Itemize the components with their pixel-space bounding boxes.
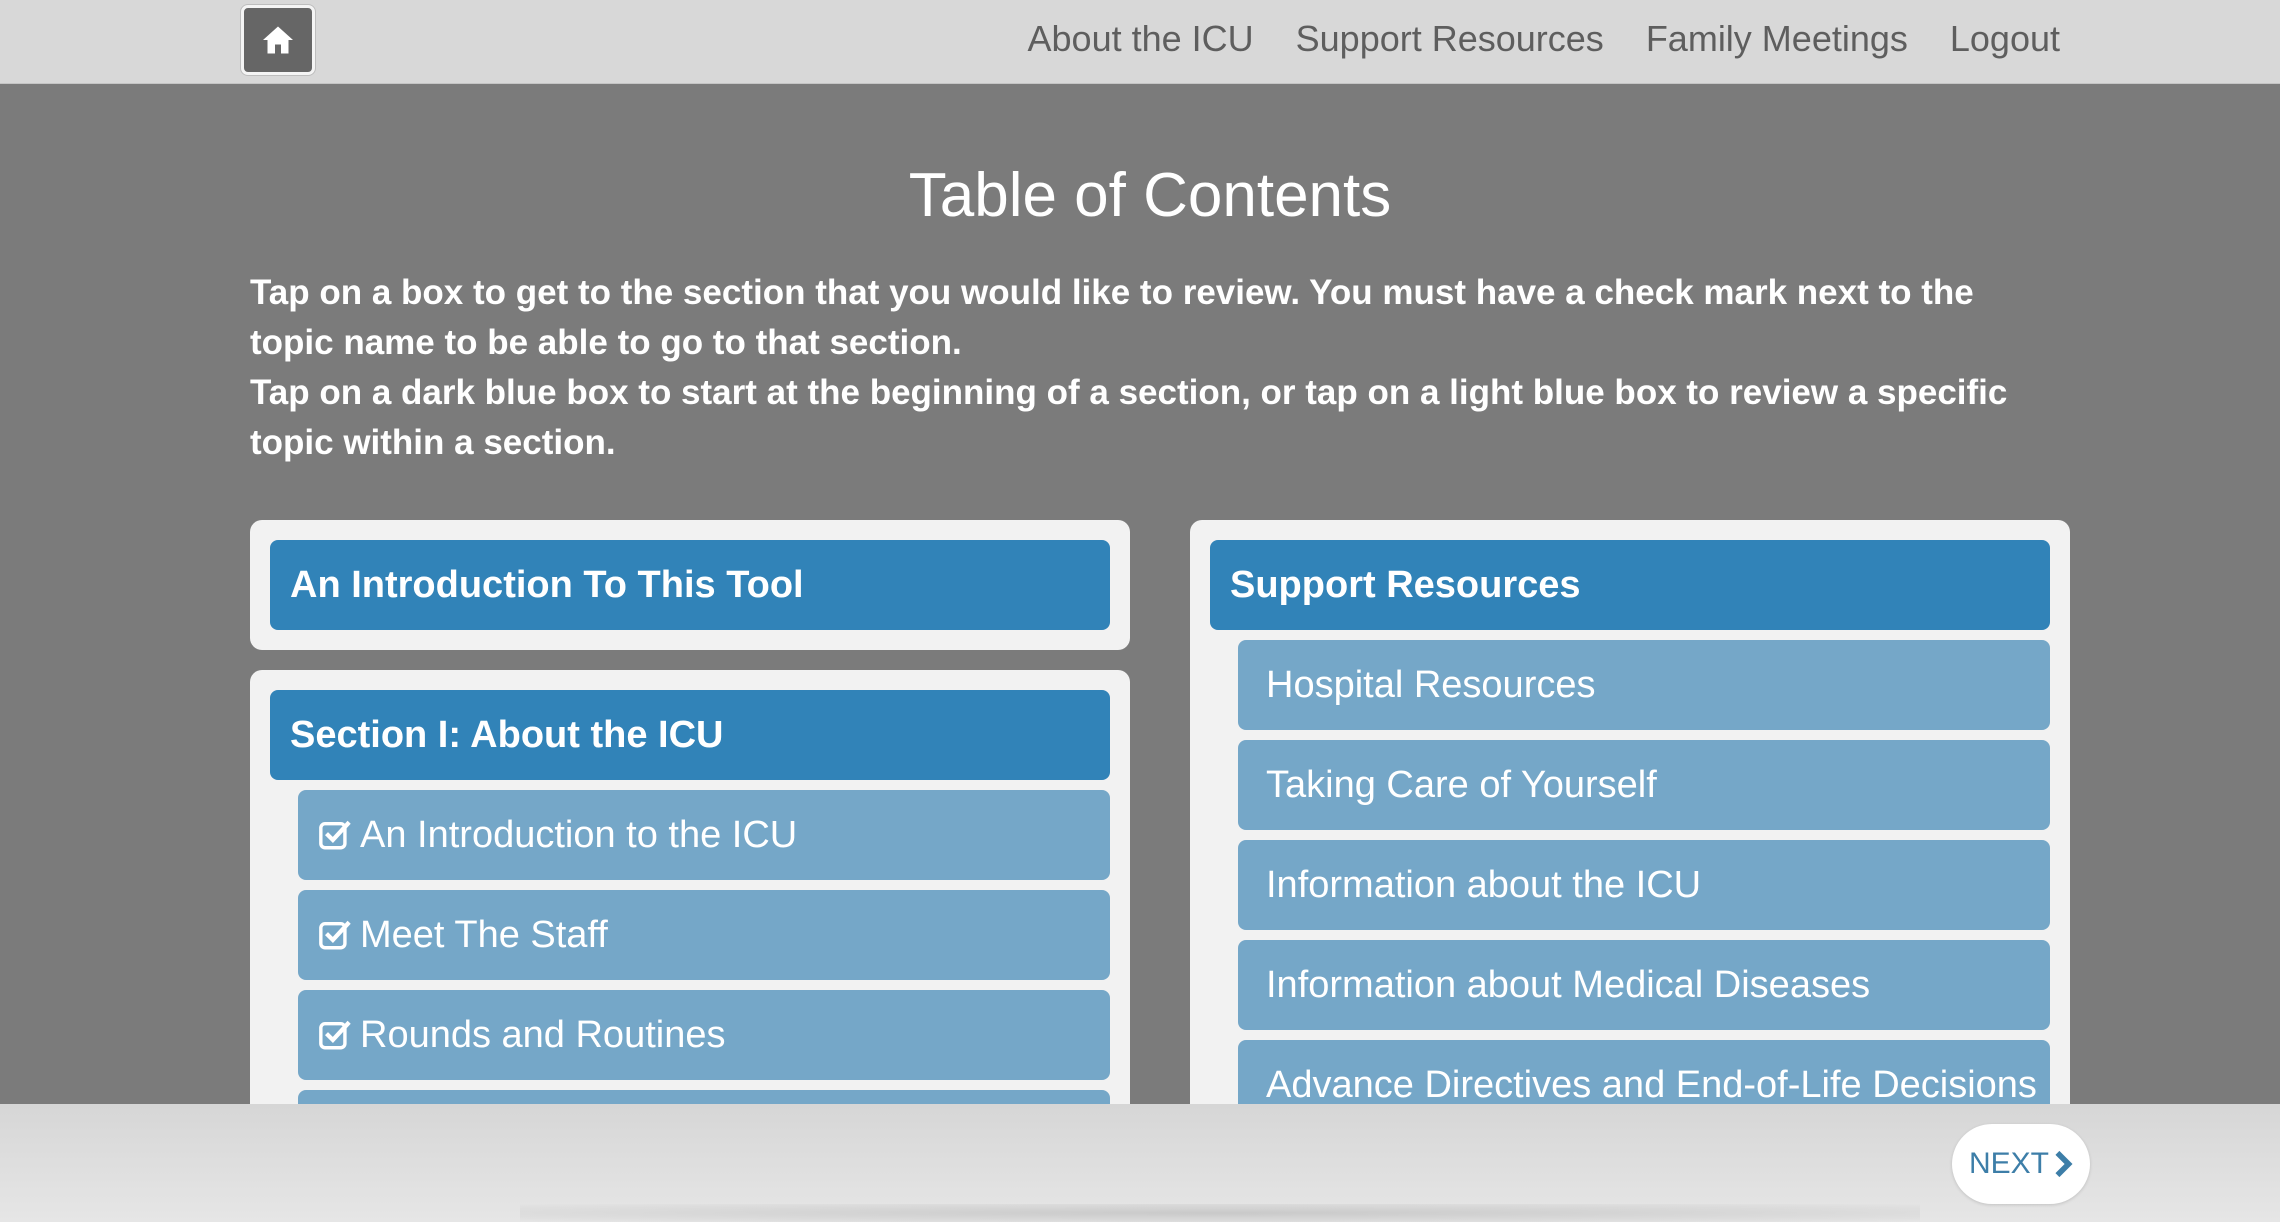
topic-rounds-routines[interactable]: Rounds and Routines <box>298 990 1110 1080</box>
topic-taking-care[interactable]: Taking Care of Yourself <box>1238 740 2050 830</box>
divider <box>520 1204 1920 1222</box>
topic-label: Rounds and Routines <box>360 1013 726 1056</box>
section1-button[interactable]: Section I: About the ICU <box>270 690 1110 780</box>
topic-label: An Introduction to the ICU <box>360 813 798 856</box>
chevron-right-icon <box>2055 1151 2073 1177</box>
topic-info-icu[interactable]: Information about the ICU <box>1238 840 2050 930</box>
nav-about-icu[interactable]: About the ICU <box>1028 18 1254 60</box>
nav-support-resources[interactable]: Support Resources <box>1296 18 1604 60</box>
instruction-line-2: Tap on a dark blue box to start at the b… <box>250 373 2008 462</box>
topic-intro-icu[interactable]: An Introduction to the ICU <box>298 790 1110 880</box>
instructions: Tap on a box to get to the section that … <box>250 268 2050 468</box>
home-icon <box>263 26 293 54</box>
intro-tool-button[interactable]: An Introduction To This Tool <box>270 540 1110 630</box>
support-resources-button[interactable]: Support Resources <box>1210 540 2050 630</box>
topic-label: Meet The Staff <box>360 913 608 956</box>
nav-logout[interactable]: Logout <box>1950 18 2060 60</box>
instruction-line-1: Tap on a box to get to the section that … <box>250 273 1974 362</box>
checkbox-checked-icon <box>319 820 351 850</box>
checkbox-checked-icon <box>319 920 351 950</box>
checkbox-checked-icon <box>319 1020 351 1050</box>
topic-medical-diseases[interactable]: Information about Medical Diseases <box>1238 940 2050 1030</box>
main-nav: About the ICU Support Resources Family M… <box>986 0 2060 78</box>
intro-panel: An Introduction To This Tool <box>250 520 1130 650</box>
top-nav-bar: About the ICU Support Resources Family M… <box>0 0 2280 84</box>
page-title: Table of Contents <box>908 161 1392 230</box>
next-label: NEXT <box>1968 1147 2049 1180</box>
topic-meet-staff[interactable]: Meet The Staff <box>298 890 1110 980</box>
home-button[interactable] <box>241 5 315 75</box>
next-button[interactable]: NEXT <box>1952 1124 2090 1204</box>
bottom-bar <box>0 1104 2280 1222</box>
topic-hospital-resources[interactable]: Hospital Resources <box>1238 640 2050 730</box>
nav-family-meetings[interactable]: Family Meetings <box>1646 18 1908 60</box>
